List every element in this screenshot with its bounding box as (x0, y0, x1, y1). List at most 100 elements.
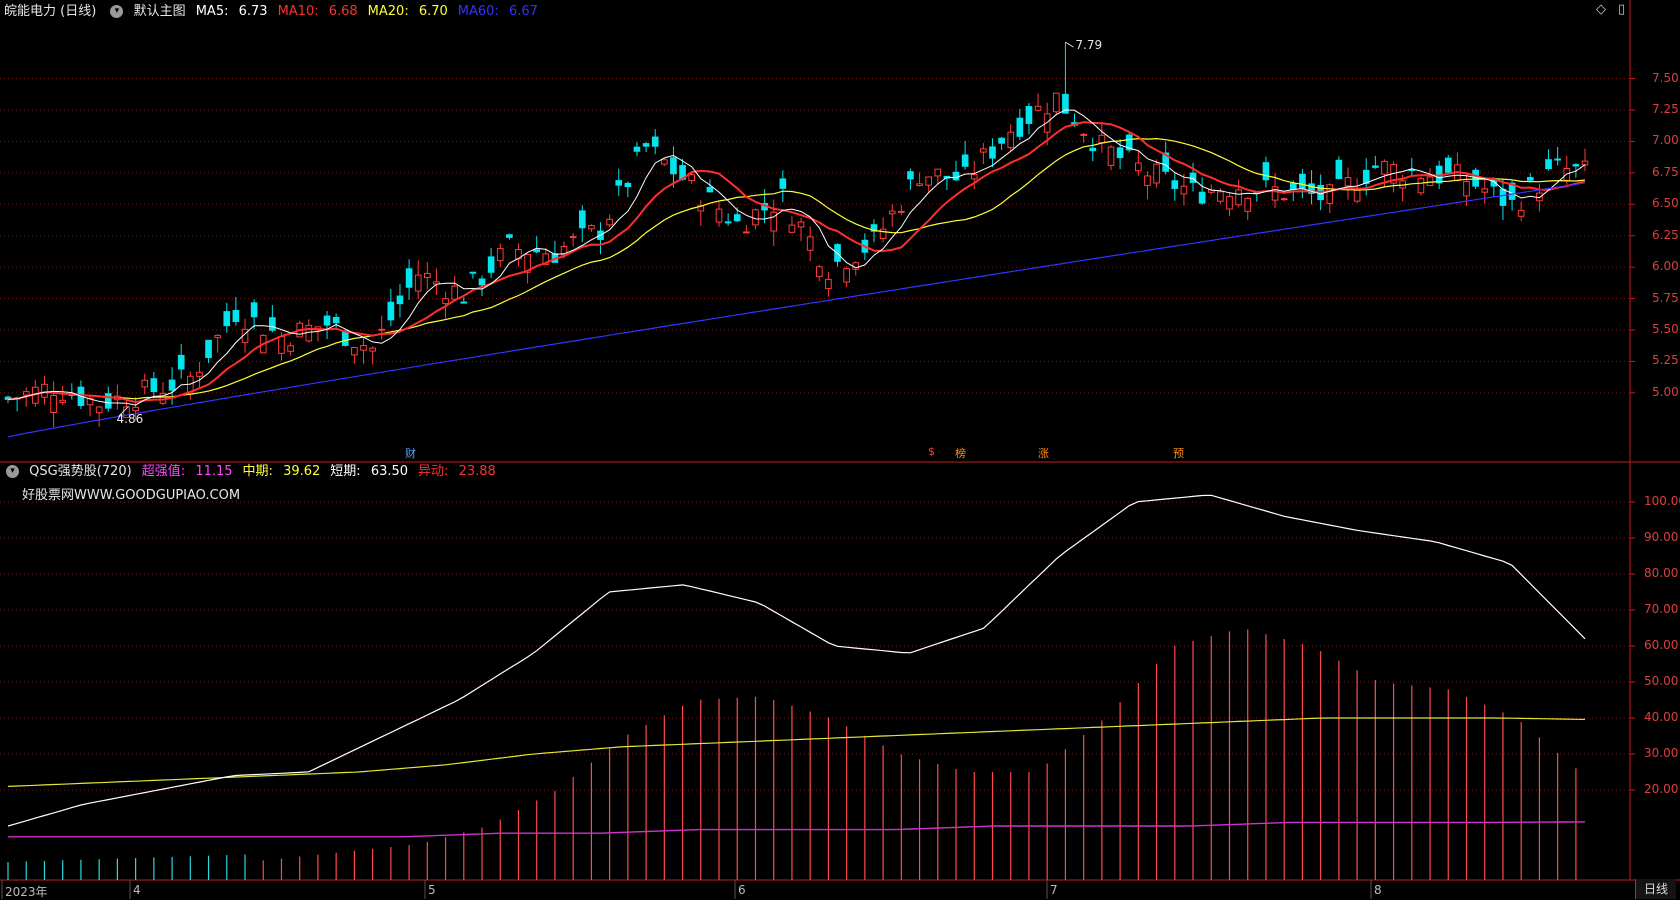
candle-body (1135, 162, 1142, 172)
candle-body (1581, 160, 1589, 166)
y-tick-label: 5.00 (1652, 384, 1679, 399)
candle-body (451, 285, 458, 300)
chart-canvas[interactable] (0, 0, 1680, 899)
legend-value: 6.68 (324, 4, 358, 19)
candle-body (1025, 106, 1033, 124)
chevron-down-icon[interactable]: ▾ (6, 465, 19, 478)
y-tick-label: 6.50 (1652, 196, 1679, 211)
candle-body (1198, 191, 1206, 204)
candle-body (733, 214, 741, 222)
candle-body (50, 395, 57, 413)
candle-body (651, 136, 659, 147)
candle-body (278, 335, 285, 354)
x-axis-label: 6 (738, 883, 746, 897)
y-tick-label: 40.00 (1644, 710, 1679, 724)
candle-body (980, 148, 987, 153)
candle-body (706, 187, 714, 193)
candle-body (141, 379, 149, 388)
candle-body (989, 146, 996, 159)
candle-body (168, 379, 176, 391)
restore-window-icon[interactable]: ▯ (1618, 2, 1625, 17)
candle-body (506, 234, 513, 238)
candle-body (1217, 191, 1224, 202)
candle-body (360, 345, 367, 351)
candle-body (95, 406, 103, 414)
candle-body (825, 278, 832, 290)
legend-item: 超强值: (141, 464, 186, 479)
candle-body (332, 316, 340, 324)
candle-body (1344, 177, 1352, 187)
candle-body (1463, 180, 1470, 197)
candle-body (460, 301, 468, 304)
candle-body (615, 180, 623, 186)
y-tick-label: 7.50 (1652, 70, 1679, 85)
indicator-legend: 超强值: 11.15 中期: 39.62 短期: 63.50 异动: 23.88 (142, 464, 506, 479)
candle-body (578, 210, 586, 229)
indicator-name[interactable]: QSG强势股(720) (29, 464, 132, 479)
legend-item: MA10: (277, 4, 319, 19)
candle-body (642, 143, 650, 147)
super-strong-line (8, 821, 1585, 838)
diamond-icon[interactable]: ◇ (1596, 2, 1606, 17)
candle-body (1444, 157, 1452, 173)
event-marker: 榜 (955, 447, 966, 460)
candle-body (1244, 198, 1252, 212)
candle-body (1280, 198, 1288, 201)
candle-body (898, 210, 905, 213)
y-tick-label: 20.00 (1644, 782, 1679, 796)
legend-value: 23.88 (454, 464, 496, 479)
high-pointer (1065, 41, 1074, 48)
indicator-header: ▾ QSG强势股(720) 超强值: 11.15 中期: 39.62 短期: 63.… (2, 462, 512, 482)
candle-body (961, 154, 969, 167)
legend-value: 39.62 (278, 464, 321, 479)
candle-body (1007, 131, 1015, 149)
y-tick-label: 6.25 (1652, 227, 1679, 242)
candle-body (442, 298, 449, 305)
candle-body (214, 334, 221, 339)
y-tick-label: 50.00 (1644, 674, 1679, 688)
watermark-text: 好股票网WWW.GOODGUPIAO.COM (22, 488, 241, 503)
y-tick-label: 5.50 (1652, 322, 1679, 336)
ma-legend: MA5: 6.73 MA10: 6.68 MA20: 6.70 MA60: 6.67 (196, 4, 548, 19)
candle-body (1052, 92, 1060, 113)
candle-body (232, 309, 240, 323)
candle-body (879, 228, 887, 240)
candle-body (341, 330, 349, 346)
candle-body (414, 274, 422, 292)
legend-value: 6.67 (504, 4, 538, 19)
candle-body (916, 183, 923, 187)
candle-body (1080, 133, 1087, 136)
x-axis-label: 8 (1374, 883, 1382, 897)
candle-body (743, 231, 750, 234)
candle-body (688, 174, 695, 182)
candle-body (1326, 184, 1334, 204)
candle-body (1372, 165, 1379, 168)
candle-body (670, 157, 677, 175)
x-axis-label: 7 (1050, 883, 1058, 897)
candle-body (177, 354, 185, 370)
candle-body (1153, 163, 1160, 184)
candle-body (250, 302, 258, 318)
candle-body (1417, 178, 1425, 194)
candle-body (569, 236, 577, 239)
legend-item: 异动: (418, 464, 449, 479)
candle-body (1034, 105, 1042, 111)
mid-term-line (7, 717, 1586, 787)
candle-body (423, 272, 431, 279)
candle-body (788, 224, 796, 233)
period-button[interactable]: 日线 (1634, 879, 1676, 899)
y-tick-label: 80.00 (1644, 566, 1679, 580)
chevron-down-icon[interactable]: ▾ (110, 5, 124, 18)
main-chart-selector[interactable]: 默认主图 (134, 4, 186, 19)
candle-body (1362, 169, 1370, 184)
candle-body (588, 225, 595, 230)
candle-body (752, 209, 759, 226)
candle-body (1235, 189, 1242, 206)
low-annotation: 4.86 (116, 412, 144, 427)
candle-body (624, 182, 632, 188)
candle-body (1545, 159, 1552, 170)
candle-body (1226, 195, 1233, 210)
legend-item: MA60: (457, 4, 499, 19)
legend-item: MA5: (195, 4, 229, 19)
y-tick-label: 90.00 (1644, 530, 1679, 544)
